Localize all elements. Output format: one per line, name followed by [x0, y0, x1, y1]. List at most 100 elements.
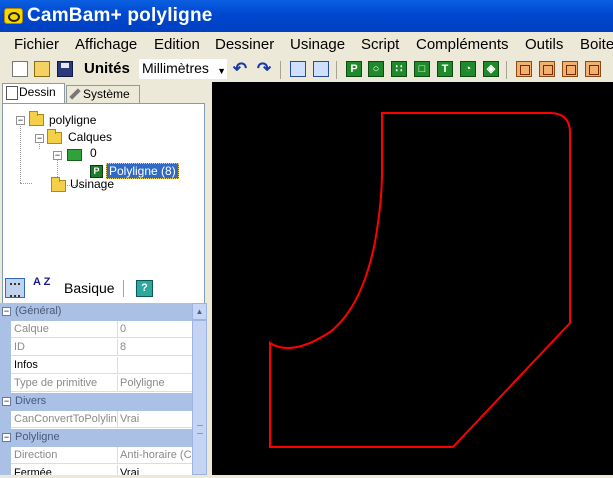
menu-outils[interactable]: Outils [525, 36, 563, 53]
property-value[interactable] [118, 357, 192, 374]
category-divers[interactable]: − Divers [0, 393, 192, 411]
tree-item-calques[interactable]: Calques [68, 130, 112, 144]
property-toolbar: A Z Basique ? [0, 277, 209, 301]
row-margin [0, 447, 11, 465]
tab-systeme-label: Système [83, 87, 130, 101]
tab-systeme[interactable]: Système [66, 85, 140, 103]
menu-edition[interactable]: Edition [154, 36, 200, 53]
save-icon[interactable] [57, 61, 73, 77]
rectangle-icon[interactable]: □ [414, 61, 430, 77]
toolbar-separator [336, 61, 337, 79]
category-polyligne[interactable]: − Polyligne [0, 429, 192, 447]
property-name: CanConvertToPolyline [11, 411, 118, 428]
property-value[interactable]: 0 [118, 321, 192, 338]
menu-dessiner[interactable]: Dessiner [215, 36, 274, 53]
property-value[interactable]: Vrai [118, 411, 192, 428]
arc-icon[interactable]: ◔ [460, 61, 476, 77]
units-select-value: Millimètres [142, 60, 209, 76]
folder-icon [51, 177, 66, 192]
property-row-type[interactable]: Type de primitive Polyligne [0, 375, 192, 393]
folder-icon [47, 129, 62, 144]
menu-complements[interactable]: Compléments [416, 36, 509, 53]
machining-profile-icon[interactable] [516, 61, 532, 77]
category-general[interactable]: − (Général) [0, 303, 192, 321]
property-row-infos[interactable]: Infos [0, 357, 192, 375]
property-name: ID [11, 339, 118, 356]
tree-item-layer-0[interactable]: 0 [90, 146, 97, 160]
scroll-thumb[interactable] [192, 320, 207, 475]
property-value[interactable]: Vrai [118, 465, 192, 475]
property-row-fermee[interactable]: Fermée Vrai [0, 465, 192, 475]
tab-dessin[interactable]: Dessin [2, 83, 65, 103]
property-row-id[interactable]: ID 8 [0, 339, 192, 357]
property-grid: − (Général) Calque 0 ID 8 Infos Type de … [0, 303, 192, 475]
view-mode-label[interactable]: Basique [64, 280, 115, 296]
layer-icon [67, 149, 82, 161]
cambam-app-icon[interactable] [4, 8, 23, 24]
toolbar-separator [123, 280, 124, 297]
row-margin [0, 321, 11, 339]
chevron-down-icon[interactable]: ▼ [217, 62, 226, 79]
menu-boite[interactable]: Boite [580, 36, 613, 53]
menu-script[interactable]: Script [361, 36, 399, 53]
row-margin [0, 357, 11, 375]
menu-fichier[interactable]: Fichier [14, 36, 59, 53]
categorized-view-icon[interactable] [5, 278, 25, 298]
polyline-icon[interactable]: P [346, 61, 362, 77]
circle-icon[interactable]: ○ [368, 61, 384, 77]
text-icon[interactable]: T [437, 61, 453, 77]
menu-affichage[interactable]: Affichage [75, 36, 137, 53]
property-name: Fermée [11, 465, 118, 475]
machining-pocket-icon[interactable] [539, 61, 555, 77]
wrench-icon [69, 88, 81, 100]
property-row-canconvert[interactable]: CanConvertToPolyline Vrai [0, 411, 192, 429]
polyline-shape[interactable] [269, 112, 571, 448]
scroll-up-icon[interactable]: ▲ [192, 303, 207, 320]
tree-line [20, 121, 21, 183]
tree-item-polyligne[interactable]: polyligne [49, 113, 96, 127]
tree-item-polyligne-8[interactable]: Polyligne (8) [106, 163, 179, 179]
machining-drill-icon[interactable] [562, 61, 578, 77]
category-label: Divers [15, 395, 47, 407]
grip-icon [197, 425, 203, 434]
tree-expander-calques[interactable]: − [35, 134, 44, 143]
tree-item-usinage[interactable]: Usinage [70, 177, 114, 191]
redo-icon[interactable]: ↷ [256, 60, 272, 77]
property-row-direction[interactable]: Direction Anti-horaire (CC [0, 447, 192, 465]
collapse-icon[interactable]: − [2, 307, 11, 316]
units-select[interactable]: Millimètres ▼ [139, 59, 227, 79]
row-margin [0, 465, 11, 475]
property-value[interactable]: Anti-horaire (CC [118, 447, 192, 464]
drawing-canvas[interactable] [212, 82, 613, 475]
collapse-icon[interactable]: − [2, 433, 11, 442]
snap-grid-icon[interactable] [313, 61, 329, 77]
open-folder-icon[interactable] [34, 61, 50, 77]
row-margin [0, 411, 11, 429]
tree-line [20, 183, 32, 184]
menu-usinage[interactable]: Usinage [290, 36, 345, 53]
property-row-calque[interactable]: Calque 0 [0, 321, 192, 339]
folder-icon [29, 111, 44, 126]
machining-engrave-icon[interactable] [585, 61, 601, 77]
toolbar-separator [506, 61, 507, 79]
units-label: Unités [84, 60, 130, 77]
category-label: (Général) [15, 305, 62, 317]
new-file-icon[interactable] [12, 61, 28, 77]
collapse-icon[interactable]: − [2, 397, 11, 406]
tab-dessin-label: Dessin [19, 85, 56, 99]
3d-surface-icon[interactable]: ◈ [483, 61, 499, 77]
points-icon[interactable]: ∷ [391, 61, 407, 77]
sort-alphabetical-icon[interactable]: A Z [33, 277, 53, 298]
property-grid-scrollbar[interactable]: ▲ [192, 303, 207, 475]
snap-points-icon[interactable] [290, 61, 306, 77]
tree-expander-root[interactable]: − [16, 116, 25, 125]
property-value[interactable]: 8 [118, 339, 192, 356]
canvas-svg [269, 112, 571, 448]
document-icon [6, 86, 18, 100]
help-icon[interactable]: ? [136, 280, 153, 297]
row-margin [0, 375, 11, 393]
tree-expander-layer-0[interactable]: − [53, 151, 62, 160]
undo-icon[interactable]: ↶ [232, 60, 248, 77]
property-value[interactable]: Polyligne [118, 375, 192, 392]
window-title: CamBam+ polyligne [27, 5, 213, 26]
